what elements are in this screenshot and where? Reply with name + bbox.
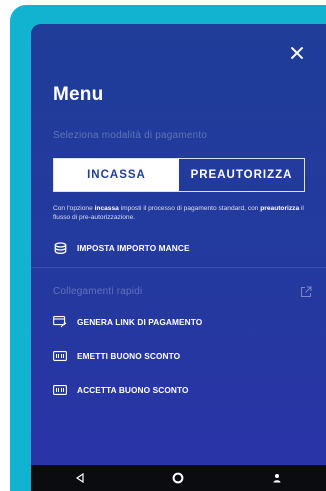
quick-link-label: GENERA LINK DI PAGAMENTO <box>77 317 203 327</box>
mode-incassa-button[interactable]: INCASSA <box>54 159 179 191</box>
voucher-icon <box>53 384 67 396</box>
payment-mode-label: Seleziona modalità di pagamento <box>53 130 208 141</box>
tip-amount-label: IMPOSTA IMPORTO MANCE <box>77 243 190 253</box>
page-title: Menu <box>53 84 104 105</box>
home-icon[interactable] <box>168 468 188 488</box>
quick-links-label: Collegamenti rapidi <box>53 286 143 297</box>
system-navigation-bar <box>31 465 326 491</box>
external-link-icon[interactable] <box>300 285 312 297</box>
divider <box>31 267 326 268</box>
tip-amount-item[interactable]: IMPOSTA IMPORTO MANCE <box>53 241 190 254</box>
menu-panel: Menu Seleziona modalità di pagamento INC… <box>31 24 326 491</box>
mode-preautorizza-button[interactable]: PREAUTORIZZA <box>179 159 304 191</box>
back-icon[interactable] <box>70 468 90 488</box>
user-icon[interactable] <box>267 468 287 488</box>
close-icon[interactable] <box>290 46 304 60</box>
quick-link-label: EMETTI BUONO SCONTO <box>77 351 181 361</box>
coins-icon <box>53 241 67 254</box>
quick-link-label: ACCETTA BUONO SCONTO <box>77 385 189 395</box>
payment-link-icon <box>53 316 67 328</box>
quick-link-generate-payment-link[interactable]: GENERA LINK DI PAGAMENTO <box>53 316 202 328</box>
payment-mode-description: Con l'opzione incassa imposti il process… <box>53 205 304 221</box>
payment-mode-selector: INCASSA PREAUTORIZZA <box>53 158 305 192</box>
quick-link-emit-voucher[interactable]: EMETTI BUONO SCONTO <box>53 350 180 362</box>
voucher-icon <box>53 350 67 362</box>
device-frame: Menu Seleziona modalità di pagamento INC… <box>10 5 326 491</box>
quick-link-accept-voucher[interactable]: ACCETTA BUONO SCONTO <box>53 384 189 396</box>
